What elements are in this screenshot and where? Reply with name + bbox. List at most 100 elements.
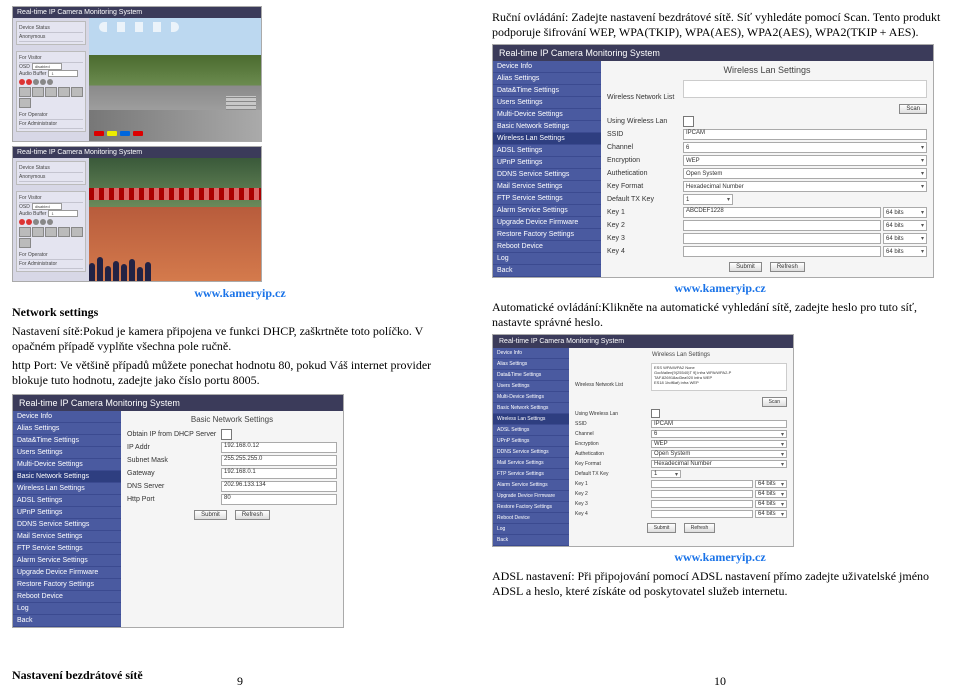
brand-link-right-1[interactable]: www.kameryip.cz [492,281,948,296]
menu-item[interactable]: UPnP Settings [493,436,569,447]
menu-item[interactable]: Multi-Device Settings [493,109,601,121]
brand-link-left[interactable]: www.kameryip.cz [12,286,468,301]
key4-bits[interactable]: 64 bits [883,246,927,257]
wireless-network-list-small[interactable]: ESS WPA/WPA2 NoneGodVallen[9(25540)T 9] … [651,363,787,391]
channel-select-sm[interactable]: 6 [651,430,787,438]
key1-input-sm[interactable] [651,480,753,488]
menu-item[interactable]: FTP Service Settings [493,193,601,205]
menu-item[interactable]: Device Info [13,411,121,423]
defkey-select-sm[interactable]: 1 [651,470,681,478]
menu-item[interactable]: Users Settings [493,381,569,392]
enc-select-sm[interactable]: WEP [651,440,787,448]
menu-item[interactable]: Device Info [493,348,569,359]
menu-item[interactable]: Reboot Device [13,591,121,603]
bnet-value[interactable]: 192.168.0.1 [221,468,337,479]
settings-menu-basic[interactable]: Device InfoAlias SettingsData&Time Setti… [13,411,121,627]
ptz-buttons[interactable] [19,87,83,108]
keyfmt-select-sm[interactable]: Hexadecimal Number [651,460,787,468]
channel-select[interactable]: 6 [683,142,927,153]
brand-link-right-2[interactable]: www.kameryip.cz [492,550,948,565]
wireless-refresh-btn[interactable]: Refresh [770,262,805,272]
menu-item[interactable]: Reboot Device [493,513,569,524]
menu-item[interactable]: Basic Network Settings [13,471,121,483]
audio-select-2[interactable]: 1 [48,210,78,217]
menu-item[interactable]: Log [493,524,569,535]
menu-item[interactable]: Data&Time Settings [493,370,569,381]
key2-input[interactable] [683,220,881,231]
menu-item[interactable]: FTP Service Settings [13,543,121,555]
menu-item[interactable]: Log [13,603,121,615]
menu-item[interactable]: Wireless Lan Settings [493,133,601,145]
key4-input[interactable] [683,246,881,257]
defkey-select[interactable]: 1 [683,194,733,205]
menu-item[interactable]: Users Settings [13,447,121,459]
menu-item[interactable]: Alias Settings [493,359,569,370]
wireless-network-list[interactable] [683,80,927,98]
key4-bits-sm[interactable]: 64 bits [755,510,787,518]
menu-item[interactable]: DDNS Service Settings [493,169,601,181]
bnet-value[interactable]: 255.255.255.0 [221,455,337,466]
using-wireless-checkbox[interactable] [683,116,694,127]
basic-submit-btn[interactable]: Submit [194,510,227,520]
menu-item[interactable]: Device Info [493,61,601,73]
keyfmt-select[interactable]: Hexadecimal Number [683,181,927,192]
key4-input-sm[interactable] [651,510,753,518]
menu-item[interactable]: Wireless Lan Settings [13,483,121,495]
encryption-select[interactable]: WEP [683,155,927,166]
wireless-submit-btn-sm[interactable]: Submit [647,523,677,533]
menu-item[interactable]: Users Settings [493,97,601,109]
menu-item[interactable]: DDNS Service Settings [493,447,569,458]
menu-item[interactable]: Alarm Service Settings [493,480,569,491]
ptz-buttons-2[interactable] [19,227,83,248]
ssid-input-sm[interactable]: IPCAM [651,420,787,428]
bnet-value[interactable]: 202.96.133.134 [221,481,337,492]
audio-select[interactable]: 1 [48,70,78,77]
netlist-entry[interactable]: ES18 1hdf6af) infra WEP [654,380,784,385]
menu-item[interactable]: Basic Network Settings [493,121,601,133]
wireless-submit-btn[interactable]: Submit [729,262,762,272]
menu-item[interactable]: UPnP Settings [493,157,601,169]
auth-select[interactable]: Open System [683,168,927,179]
menu-item[interactable]: Basic Network Settings [493,403,569,414]
menu-item[interactable]: ADSL Settings [13,495,121,507]
key1-bits-sm[interactable]: 64 bits [755,480,787,488]
key3-bits[interactable]: 64 bits [883,233,927,244]
menu-item[interactable]: Multi-Device Settings [493,392,569,403]
menu-item[interactable]: Upgrade Device Firmware [493,491,569,502]
menu-item[interactable]: DDNS Service Settings [13,519,121,531]
key2-input-sm[interactable] [651,490,753,498]
bnet-value[interactable]: 192.168.0.12 [221,442,337,453]
key2-bits[interactable]: 64 bits [883,220,927,231]
menu-item[interactable]: Upgrade Device Firmware [13,567,121,579]
menu-item[interactable]: ADSL Settings [493,145,601,157]
menu-item[interactable]: Alias Settings [13,423,121,435]
auth-select-sm[interactable]: Open System [651,450,787,458]
menu-item[interactable]: Mail Service Settings [493,458,569,469]
menu-item[interactable]: Restore Factory Settings [493,502,569,513]
menu-item[interactable]: Data&Time Settings [13,435,121,447]
using-wireless-checkbox-small[interactable] [651,409,660,418]
menu-item[interactable]: Restore Factory Settings [13,579,121,591]
menu-item[interactable]: ADSL Settings [493,425,569,436]
menu-item[interactable]: Wireless Lan Settings [493,414,569,425]
osd-select-2[interactable]: disabled [32,203,62,210]
dhcp-checkbox[interactable] [221,429,232,440]
bnet-value[interactable]: 80 [221,494,337,505]
menu-item[interactable]: Reboot Device [493,241,601,253]
settings-menu-wireless-2[interactable]: Device InfoAlias SettingsData&Time Setti… [493,348,569,546]
menu-item[interactable]: Mail Service Settings [493,181,601,193]
menu-item[interactable]: Restore Factory Settings [493,229,601,241]
menu-item[interactable]: Mail Service Settings [13,531,121,543]
scan-button[interactable]: Scan [899,104,927,114]
key3-input-sm[interactable] [651,500,753,508]
menu-item[interactable]: Alias Settings [493,73,601,85]
menu-item[interactable]: Log [493,253,601,265]
key3-input[interactable] [683,233,881,244]
menu-item[interactable]: Alarm Service Settings [13,555,121,567]
menu-item[interactable]: Upgrade Device Firmware [493,217,601,229]
settings-menu-wireless-1[interactable]: Device InfoAlias SettingsData&Time Setti… [493,61,601,277]
key1-input[interactable]: ABCDEF1228 [683,207,881,218]
wireless-refresh-btn-sm[interactable]: Refresh [684,523,716,533]
menu-item[interactable]: Back [493,265,601,277]
menu-item[interactable]: UPnP Settings [13,507,121,519]
